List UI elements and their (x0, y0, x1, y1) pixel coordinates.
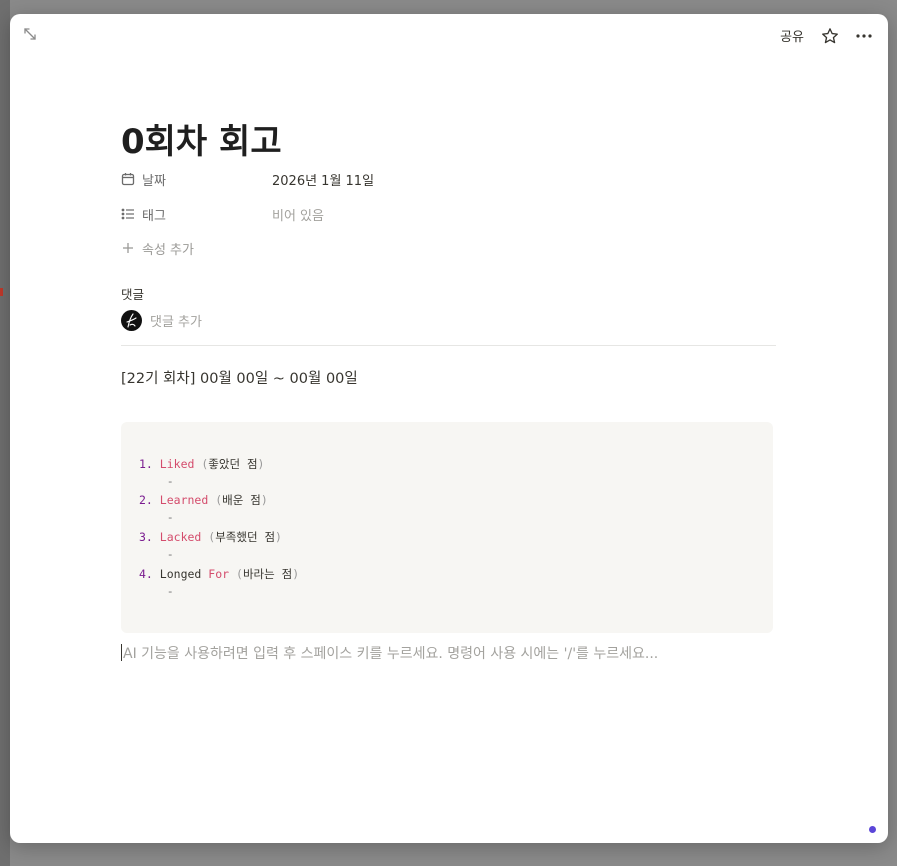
add-property-label: 속성 추가 (142, 242, 194, 258)
more-icon[interactable] (854, 26, 874, 46)
backdrop-marker (0, 288, 3, 296)
code-text: 부족했던 점 (215, 530, 276, 544)
star-icon[interactable] (820, 26, 840, 46)
code-number: 4. (139, 567, 153, 581)
property-date-key[interactable]: 날짜 (121, 170, 272, 189)
code-paren: ) (275, 530, 282, 544)
code-dash: - (139, 474, 174, 488)
code-line-4: 4. Longed For (바라는 점) (139, 566, 299, 582)
divider (121, 345, 776, 346)
code-dash-char: - (166, 510, 174, 524)
code-number: 3. (139, 530, 153, 544)
list-icon (121, 207, 142, 221)
property-tags-key[interactable]: 태그 (121, 205, 272, 224)
code-paren: ) (292, 567, 300, 581)
text-block[interactable]: [22기 회차] 00월 00일 ~ 00월 00일 (121, 367, 358, 388)
code-dash: - (139, 510, 174, 524)
comment-input-row[interactable]: 댓글 추가 (121, 310, 202, 331)
add-property-key[interactable]: 속성 추가 (121, 239, 272, 258)
code-keyword: For (208, 567, 230, 581)
code-line-1: 1. Liked (좋았던 점) (139, 456, 264, 472)
text-caret (121, 644, 122, 661)
ai-hint-text: AI 기능을 사용하려면 입력 후 스페이스 키를 누르세요. 명령어 사용 시… (123, 646, 659, 662)
empty-block-placeholder[interactable]: AI 기능을 사용하려면 입력 후 스페이스 키를 누르세요. 명령어 사용 시… (121, 643, 658, 663)
code-dash-char: - (166, 474, 174, 488)
share-button[interactable]: 공유 (778, 24, 806, 47)
code-word: Longed (159, 567, 202, 581)
comment-input[interactable]: 댓글 추가 (150, 311, 202, 330)
code-block[interactable]: 1. Liked (좋았던 점) - 2. Learned (배운 점) - 3… (121, 422, 773, 633)
code-number: 1. (139, 457, 153, 471)
topbar: 공유 (778, 24, 874, 47)
property-tags-value[interactable]: 비어 있음 (272, 205, 324, 224)
code-text: 배운 점 (222, 493, 261, 507)
property-date-value[interactable]: 2026년 1월 11일 (272, 170, 374, 189)
plus-icon (121, 241, 142, 255)
code-text: 좋았던 점 (208, 457, 258, 471)
comments-title: 댓글 (121, 287, 145, 302)
code-dash-char: - (166, 584, 174, 598)
code-line-3: 3. Lacked (부족했던 점) (139, 529, 282, 545)
status-dot (869, 826, 876, 833)
code-text: 바라는 점 (242, 567, 293, 581)
property-label: 날짜 (142, 173, 166, 189)
code-paren: ) (257, 457, 265, 471)
calendar-icon (121, 172, 142, 186)
code-paren: ) (260, 493, 268, 507)
add-property-button[interactable]: 속성 추가 (121, 237, 776, 259)
property-tags[interactable]: 태그 비어 있음 (121, 203, 776, 225)
code-dash: - (139, 584, 174, 598)
code-keyword: Lacked (159, 530, 202, 544)
code-keyword: Liked (159, 457, 195, 471)
expand-icon[interactable] (22, 26, 38, 42)
backdrop (0, 0, 10, 866)
page-title[interactable]: 0회차 회고 (121, 114, 282, 163)
code-dash-char: - (166, 547, 174, 561)
code-dash: - (139, 547, 174, 561)
code-keyword: Learned (159, 493, 209, 507)
code-line-2: 2. Learned (배운 점) (139, 492, 268, 508)
code-number: 2. (139, 493, 153, 507)
property-date[interactable]: 날짜 2026년 1월 11일 (121, 168, 776, 190)
property-label: 태그 (142, 208, 166, 224)
avatar (121, 310, 142, 331)
page-modal: 공유 0회차 회고 날짜 2026년 1월 11일 태그 비어 있음 속성 추가… (10, 14, 888, 843)
code-paren: ( (236, 567, 243, 581)
